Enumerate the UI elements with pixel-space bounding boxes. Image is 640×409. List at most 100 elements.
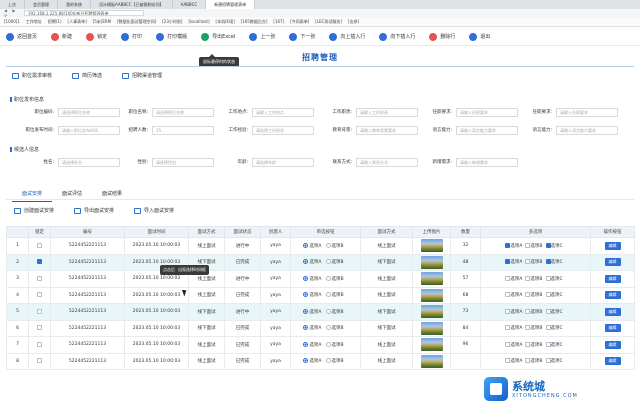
toolbar-button-2[interactable]: 新建 (51, 32, 72, 41)
time-cell[interactable]: 2023.05.10 10:00:03 (133, 326, 180, 331)
mode2-cell[interactable]: 线下面试 (378, 310, 396, 315)
bookmark-item[interactable]: [LEC测试服务] (315, 19, 342, 25)
bookmark-item[interactable]: [今同表单] (290, 19, 309, 25)
quantity-cell[interactable]: 68 (463, 293, 469, 298)
quantity-cell[interactable]: 32 (463, 243, 469, 248)
browser-tab[interactable]: AABBCC (173, 0, 207, 9)
mode2-cell[interactable]: 线下面试 (378, 260, 396, 265)
multi-checkbox[interactable] (545, 242, 551, 248)
edit-button[interactable]: 编辑 (604, 340, 621, 349)
toolbar-button-10[interactable]: 向下插入行 (379, 32, 415, 41)
bookmark-item[interactable]: 招聘(1) (48, 19, 62, 25)
quantity-cell[interactable]: 84 (463, 326, 469, 331)
bookmark-item[interactable]: [23小时前] (162, 19, 182, 25)
radio-button[interactable] (303, 275, 309, 281)
time-cell[interactable]: 2023.05.10 10:00:03 (133, 342, 180, 347)
lock-checkbox[interactable] (37, 259, 42, 265)
form-input[interactable]: 请选择年龄 (252, 158, 314, 167)
bookmark-item[interactable]: [数据化面试管理空间] (117, 19, 156, 25)
quantity-cell[interactable]: 96 (463, 342, 469, 347)
edit-button[interactable]: 编辑 (604, 291, 621, 300)
lock-checkbox[interactable] (37, 358, 42, 364)
thumbnail-image[interactable] (420, 255, 443, 269)
browser-tab[interactable]: 会员管理 (25, 0, 58, 9)
lock-checkbox[interactable] (37, 275, 42, 281)
subtab-item[interactable]: 招聘渠道管理 (122, 72, 162, 79)
time-cell[interactable]: 2023.05.10 10:00:03 (133, 293, 180, 298)
time-cell[interactable]: 2023.05.10 10:00:03 (133, 260, 180, 265)
edit-button[interactable]: 编辑 (604, 258, 621, 267)
bookmark-item[interactable]: [1000]1 (4, 19, 20, 24)
mode2-cell[interactable]: 线上面试 (378, 277, 396, 282)
radio-button[interactable] (303, 325, 309, 331)
time-cell[interactable]: 2023.05.10 10:00:03 (133, 309, 180, 314)
bookmark-item[interactable]: [5米]ERM (93, 19, 111, 25)
form-input[interactable]: 请输入任职要求 (556, 108, 618, 117)
time-cell[interactable]: 2023.05.10 10:00:03 (133, 359, 180, 364)
time-cell[interactable]: 2023.05.10 10:00:03 (133, 276, 180, 281)
form-input[interactable]: 请选择职位名称 (152, 108, 214, 117)
edit-button[interactable]: 编辑 (604, 274, 621, 283)
multi-checkbox[interactable] (545, 325, 551, 331)
form-input[interactable]: 请选择性别 (152, 158, 214, 167)
form-input[interactable]: 请输入联系方式 (356, 158, 418, 167)
lock-checkbox[interactable] (37, 325, 42, 331)
action-button[interactable]: 导出面试安排 (74, 207, 114, 214)
thumbnail-image[interactable] (420, 305, 443, 319)
radio-button[interactable] (325, 341, 331, 347)
thumbnail-image[interactable] (420, 321, 443, 335)
mode2-cell[interactable]: 线下面试 (378, 326, 396, 331)
time-cell[interactable]: 2023.05.10 10:00:03 (133, 243, 180, 248)
edit-button[interactable]: 编辑 (604, 357, 621, 366)
form-input[interactable]: 请输入任职要求 (456, 108, 518, 117)
thumbnail-image[interactable] (420, 239, 443, 253)
quantity-cell[interactable]: 48 (463, 260, 469, 265)
url-field[interactable]: 192.168.1.225:88/1000/新开招聘管理表单 (24, 10, 144, 16)
toolbar-button-9[interactable]: 向上插入行 (329, 32, 365, 41)
multi-checkbox[interactable] (545, 275, 551, 281)
radio-button[interactable] (325, 325, 331, 331)
toolbar-button-1[interactable]: 返回首页 (6, 32, 37, 41)
mode2-cell[interactable]: 线上面试 (378, 293, 396, 298)
radio-button[interactable] (303, 358, 309, 364)
radio-button[interactable] (325, 275, 331, 281)
multi-checkbox[interactable] (545, 292, 551, 298)
radio-button[interactable] (325, 358, 331, 364)
thumbnail-image[interactable] (420, 288, 443, 302)
form-input[interactable]: 请输入工作地点 (252, 108, 314, 117)
lock-checkbox[interactable] (37, 292, 42, 298)
radio-button[interactable] (325, 308, 331, 314)
bookmark-item[interactable]: [本机环境] (216, 19, 235, 25)
mode2-cell[interactable]: 线上面试 (378, 244, 396, 249)
action-button[interactable]: 导入面试安排 (134, 207, 174, 214)
quantity-cell[interactable]: 57 (463, 276, 469, 281)
mode2-cell[interactable]: 线上面试 (378, 359, 396, 364)
lock-checkbox[interactable] (37, 242, 42, 248)
bookmark-item[interactable]: [localhost] (188, 19, 209, 24)
multi-checkbox[interactable] (545, 308, 551, 314)
toolbar-button-12[interactable]: 退出 (469, 32, 490, 41)
thumbnail-image[interactable] (420, 354, 443, 368)
form-input[interactable]: 请输入教育背景要求 (356, 126, 418, 135)
toolbar-button-8[interactable]: 下一张 (289, 32, 315, 41)
toolbar-button-3[interactable]: 锁定 (86, 32, 107, 41)
toolbar-button-4[interactable]: 打印 (121, 32, 142, 41)
form-input[interactable]: 25 (152, 126, 214, 135)
radio-button[interactable] (325, 292, 331, 298)
toolbar-button-7[interactable]: 上一张 (249, 32, 275, 41)
form-input[interactable]: 请输入工作职责 (356, 108, 418, 117)
edit-button[interactable]: 编辑 (604, 307, 621, 316)
subtab-item[interactable]: 简历筛选 (72, 72, 102, 79)
bookmark-item[interactable]: [人事表单] (68, 19, 87, 25)
multi-checkbox[interactable] (545, 341, 551, 347)
action-button[interactable]: 创建面试安排 (14, 207, 54, 214)
form-input[interactable]: 请输入语言能力要求 (556, 126, 618, 135)
radio-button[interactable] (303, 242, 309, 248)
bookmark-item[interactable]: [167] (273, 19, 284, 24)
edit-button[interactable]: 编辑 (604, 324, 621, 333)
bookmark-item[interactable]: 工作地址 (26, 19, 42, 25)
form-input[interactable]: 请输入新增需求 (456, 158, 518, 167)
browser-tab[interactable]: 新建招聘管理表单 (206, 0, 256, 9)
lock-checkbox[interactable] (37, 341, 42, 347)
subtab-item[interactable]: 职位需求审核 (12, 72, 52, 79)
